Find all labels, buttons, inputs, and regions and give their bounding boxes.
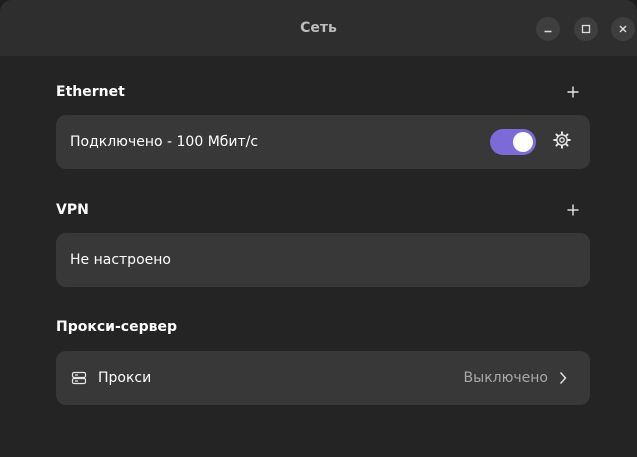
proxy-status-value: Выключено: [463, 370, 548, 386]
close-icon: [618, 24, 628, 34]
maximize-icon: [581, 24, 591, 34]
proxy-label: Прокси: [98, 370, 152, 386]
ethernet-heading: Ethernet: [56, 84, 125, 100]
vpn-row: Не настроено: [56, 233, 590, 287]
ethernet-settings-button[interactable]: [548, 128, 576, 156]
network-settings-window: Сеть Ethernet Подключено - 100 Мбит/с VP…: [0, 0, 637, 457]
vpn-section-header: VPN: [56, 198, 590, 222]
minimize-button[interactable]: [536, 17, 560, 41]
plus-icon: [567, 83, 579, 102]
ethernet-connection-row: Подключено - 100 Мбит/с: [56, 115, 590, 169]
add-vpn-button[interactable]: [561, 198, 585, 222]
gear-icon: [553, 131, 571, 153]
minimize-icon: [543, 24, 553, 34]
chevron-right-icon: [558, 370, 568, 386]
vpn-heading: VPN: [56, 202, 89, 218]
server-icon: [70, 369, 88, 387]
vpn-status-label: Не настроено: [70, 252, 171, 268]
window-title: Сеть: [300, 20, 337, 36]
ethernet-status-label: Подключено - 100 Мбит/с: [70, 134, 259, 150]
proxy-section-header: Прокси-сервер: [56, 315, 590, 339]
proxy-heading: Прокси-сервер: [56, 319, 177, 335]
titlebar: Сеть: [0, 0, 637, 56]
ethernet-section-header: Ethernet: [56, 80, 590, 104]
toggle-knob: [513, 132, 533, 152]
plus-icon: [567, 201, 579, 220]
maximize-button[interactable]: [574, 17, 598, 41]
close-button[interactable]: [611, 17, 635, 41]
content-area: Ethernet Подключено - 100 Мбит/с VPN Не …: [0, 56, 637, 457]
ethernet-toggle[interactable]: [490, 129, 536, 155]
proxy-row[interactable]: Прокси Выключено: [56, 351, 590, 405]
add-ethernet-button[interactable]: [561, 80, 585, 104]
